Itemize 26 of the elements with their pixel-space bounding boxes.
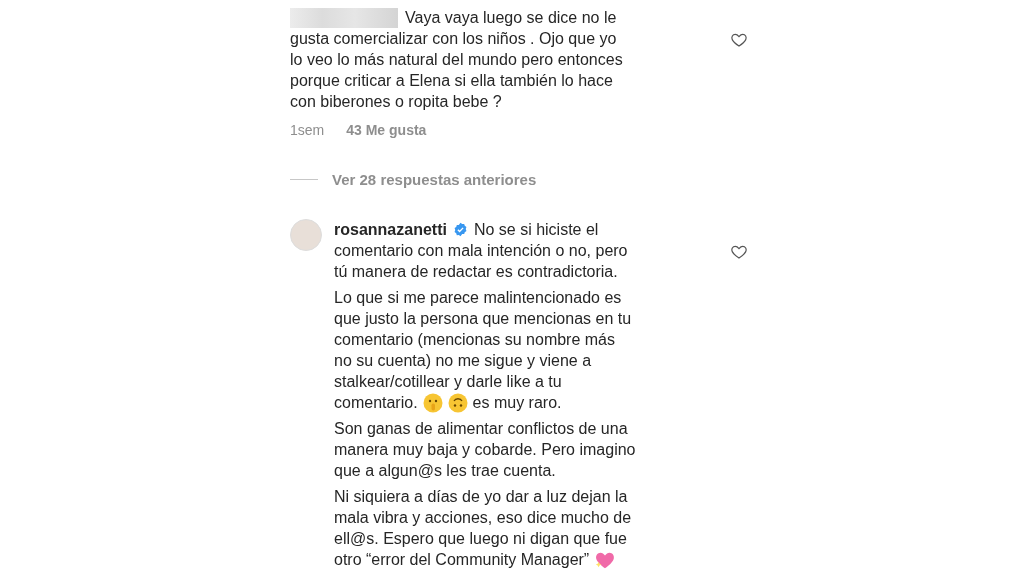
- comment-text: tú manera de redactar es contradictoria.: [334, 262, 618, 282]
- comment-text: mala vibra y acciones, eso dice mucho de: [334, 508, 632, 528]
- comment-text: comentario.: [334, 393, 418, 413]
- comment-text: stalkear/cotillear y darle like a tu: [334, 372, 562, 392]
- comment-text: lo veo lo más natural del mundo pero entonces: [290, 50, 623, 70]
- comment-text: ell@s. Espero que luego ni digan que fue: [334, 529, 627, 549]
- view-replies-link[interactable]: Ver 28 respuestas anteriores: [332, 171, 537, 188]
- comment-text: otro “error del Community Manager”: [334, 550, 590, 570]
- comment-text: Lo que si me parece malintencionado es: [334, 288, 622, 308]
- comment-text: comentario (mencionas su nombre más: [334, 330, 615, 350]
- comment-text: No se si hiciste el: [473, 220, 599, 240]
- username[interactable]: rosannazanetti: [334, 219, 447, 240]
- comment-text: gusta comercializar con los niños . Ojo que yo: [290, 29, 617, 49]
- comment-text: que a algun@s les trae cuenta.: [334, 461, 556, 481]
- comment-time: 1sem: [290, 122, 325, 138]
- comment-text: Vaya vaya luego se dice no le: [405, 8, 617, 28]
- comment-text: Ni siquiera a días de yo dar a luz dejan la: [334, 487, 628, 507]
- comment-text: que justo la persona que mencionas en tu: [334, 309, 632, 329]
- comment-text: manera muy baja y cobarde. Pero imagino: [334, 440, 636, 460]
- comment-text: Son ganas de alimentar conflictos de una: [334, 419, 628, 439]
- comment-text: no su cuenta) no me sigue y viene a: [334, 351, 592, 371]
- comment-text: con biberones o ropita bebe ?: [290, 92, 502, 112]
- likes-count[interactable]: 43 Me gusta: [346, 122, 427, 138]
- comment-text: porque criticar a Elena si ella también lo hace: [290, 71, 613, 91]
- comment-text: es muy raro.: [472, 393, 562, 413]
- comment-text: comentario con mala intención o no, pero: [334, 241, 628, 261]
